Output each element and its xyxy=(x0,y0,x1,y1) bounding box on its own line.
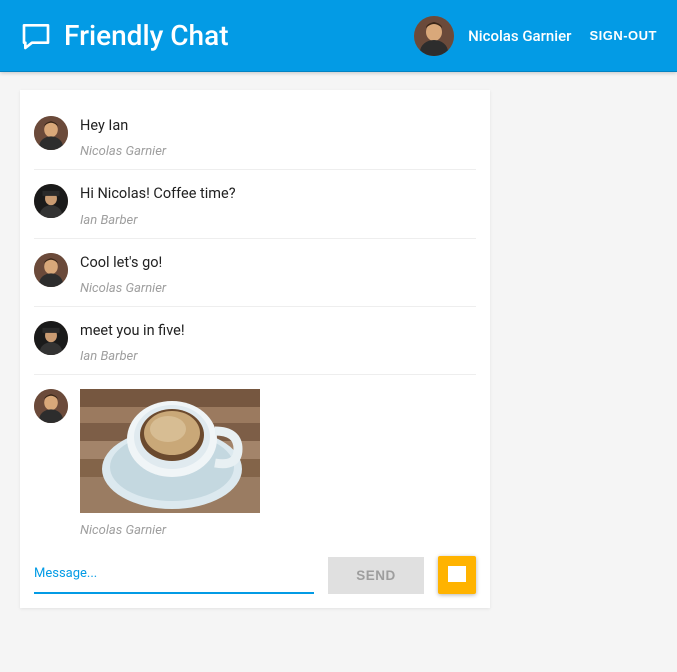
message-input-wrapper: Message... xyxy=(34,566,314,594)
messages-list: Hey Ian Nicolas Garnier Hi Nicolas! Coffee… xyxy=(20,102,490,548)
message-row: Cool let's go! Nicolas Garnier xyxy=(34,239,476,307)
composer: Message... SEND xyxy=(20,548,490,594)
message-text: Hey Ian xyxy=(80,116,476,136)
message-sender: Nicolas Garnier xyxy=(80,281,476,296)
app-header: Friendly Chat Nicolas Garnier SIGN-OUT xyxy=(0,0,677,72)
message-text: Cool let's go! xyxy=(80,253,476,273)
message-content: Hi Nicolas! Coffee time? Ian Barber xyxy=(80,184,476,227)
chat-icon xyxy=(20,20,52,52)
message-avatar xyxy=(34,321,68,355)
current-user-avatar[interactable] xyxy=(414,16,454,56)
chat-card: Hey Ian Nicolas Garnier Hi Nicolas! Coffee… xyxy=(20,90,490,608)
message-row: Hi Nicolas! Coffee time? Ian Barber xyxy=(34,170,476,238)
current-user-name: Nicolas Garnier xyxy=(468,27,571,45)
app-title: Friendly Chat xyxy=(64,19,414,52)
send-button[interactable]: SEND xyxy=(328,557,424,594)
image-icon xyxy=(445,562,469,589)
message-sender: Nicolas Garnier xyxy=(80,144,476,159)
message-row: Nicolas Garnier xyxy=(34,375,476,548)
message-avatar xyxy=(34,116,68,150)
message-content: meet you in five! Ian Barber xyxy=(80,321,476,364)
message-row: meet you in five! Ian Barber xyxy=(34,307,476,375)
message-sender: Ian Barber xyxy=(80,213,476,228)
message-text: meet you in five! xyxy=(80,321,476,341)
message-content: Hey Ian Nicolas Garnier xyxy=(80,116,476,159)
message-content: Nicolas Garnier xyxy=(80,389,476,538)
message-row: Hey Ian Nicolas Garnier xyxy=(34,102,476,170)
message-sender: Ian Barber xyxy=(80,349,476,364)
message-avatar xyxy=(34,253,68,287)
image-upload-button[interactable] xyxy=(438,556,476,594)
message-sender: Nicolas Garnier xyxy=(80,523,476,538)
signout-button[interactable]: SIGN-OUT xyxy=(589,28,657,43)
message-image[interactable] xyxy=(80,389,260,513)
message-text: Hi Nicolas! Coffee time? xyxy=(80,184,476,204)
message-input[interactable] xyxy=(34,566,314,594)
message-avatar xyxy=(34,389,68,423)
message-content: Cool let's go! Nicolas Garnier xyxy=(80,253,476,296)
message-avatar xyxy=(34,184,68,218)
